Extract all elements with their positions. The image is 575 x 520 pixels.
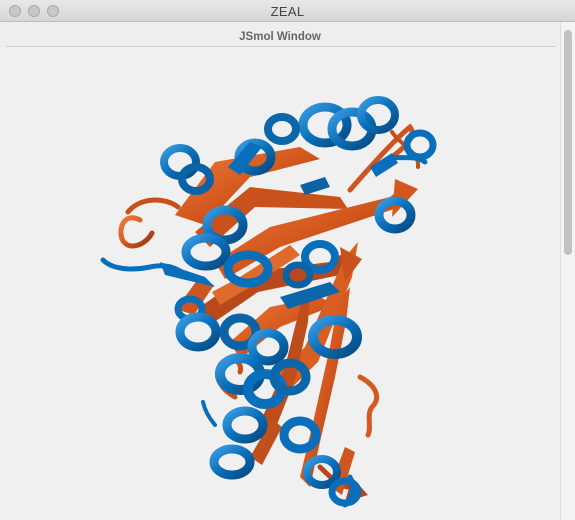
jsmol-canvas[interactable] [0, 47, 560, 520]
window-title: ZEAL [270, 4, 305, 19]
app-window: ZEAL JSmol Window [0, 0, 575, 520]
title-bar: ZEAL [0, 0, 575, 22]
protein-ribbon-view[interactable] [0, 47, 560, 520]
vertical-scrollbar[interactable] [560, 22, 575, 520]
structure-b-ribbon [118, 123, 421, 502]
panel-title: JSmol Window [239, 31, 321, 43]
scrollbar-thumb[interactable] [564, 30, 572, 255]
